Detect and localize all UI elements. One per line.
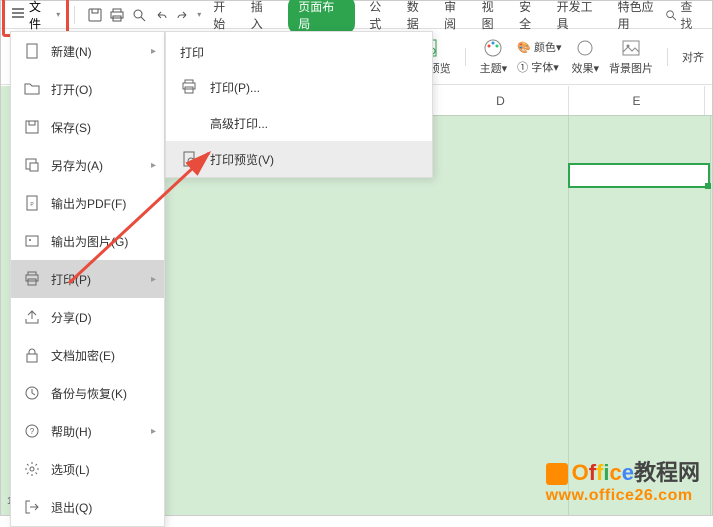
watermark-title: Office教程网 — [546, 455, 700, 487]
quick-access-toolbar: ▾ — [87, 7, 201, 23]
file-menu-options[interactable]: 选项(L) — [11, 450, 164, 488]
file-menu-backup[interactable]: 备份与恢复(K) — [11, 374, 164, 412]
print-submenu: 打印 打印(P)... 高级打印... 打印预览(V) — [165, 31, 433, 178]
image-icon — [621, 38, 641, 58]
submenu-print[interactable]: 打印(P)... — [166, 69, 432, 105]
backup-icon — [23, 384, 41, 402]
file-menu-open[interactable]: 打开(O) — [11, 70, 164, 108]
chevron-right-icon: ▸ — [151, 160, 156, 171]
col-header-d[interactable]: D — [433, 86, 569, 115]
chevron-right-icon: ▸ — [151, 426, 156, 437]
file-label: 文件 — [29, 0, 52, 32]
submenu-print-preview[interactable]: 打印预览(V) — [166, 141, 432, 177]
save-icon — [23, 118, 41, 136]
separator — [74, 6, 75, 24]
file-menu-saveas[interactable]: 另存为(A)▸ — [11, 146, 164, 184]
svg-text:P: P — [30, 202, 34, 208]
file-menu-button[interactable]: 文件 ▾ — [11, 0, 60, 32]
ribbon-colors-fonts: 🎨 颜色▾ ① 字体▾ — [517, 39, 561, 75]
help-icon: ? — [23, 422, 41, 440]
effects-icon — [575, 38, 595, 58]
share-icon — [23, 308, 41, 326]
tab-insert[interactable]: 插入 — [251, 0, 274, 32]
tab-special[interactable]: 特色应用 — [618, 0, 665, 32]
ribbon-align[interactable]: 对齐 — [682, 49, 704, 65]
ribbon-fonts[interactable]: ① 字体▾ — [517, 59, 561, 75]
palette-icon — [483, 38, 503, 58]
pdf-icon: P — [23, 194, 41, 212]
file-menu-image[interactable]: 输出为图片(G) — [11, 222, 164, 260]
dropdown-icon[interactable]: ▾ — [197, 10, 201, 19]
new-icon — [23, 42, 41, 60]
undo-icon[interactable] — [153, 7, 169, 23]
file-menu-exit[interactable]: 退出(Q) — [11, 488, 164, 526]
watermark: Office教程网 www.office26.com — [546, 455, 700, 505]
tab-review[interactable]: 审阅 — [444, 0, 467, 32]
ribbon-colors[interactable]: 🎨 颜色▾ — [517, 39, 561, 55]
file-menu-new[interactable]: 新建(N)▸ — [11, 32, 164, 70]
ribbon-bg-image[interactable]: 背景图片 — [609, 38, 653, 76]
redo-icon[interactable] — [175, 7, 191, 23]
tab-view[interactable]: 视图 — [482, 0, 505, 32]
image-icon — [23, 232, 41, 250]
tab-start[interactable]: 开始 — [213, 0, 236, 32]
tab-devtools[interactable]: 开发工具 — [557, 0, 604, 32]
dropdown-icon: ▾ — [56, 10, 60, 19]
preview-icon — [180, 150, 198, 168]
chevron-right-icon: ▸ — [151, 274, 156, 285]
file-menu-share[interactable]: 分享(D) — [11, 298, 164, 336]
print-icon — [23, 270, 41, 288]
logo-icon — [546, 463, 568, 485]
blank-icon — [180, 114, 198, 132]
separator — [465, 48, 466, 66]
svg-text:?: ? — [30, 427, 35, 436]
column-headers: D E — [433, 86, 712, 116]
print-icon — [180, 78, 198, 96]
saveas-icon — [23, 156, 41, 174]
separator — [667, 48, 668, 66]
exit-icon — [23, 498, 41, 516]
file-menu-help[interactable]: ?帮助(H)▸ — [11, 412, 164, 450]
ribbon-effects[interactable]: 效果▾ — [571, 38, 599, 76]
file-menu-save[interactable]: 保存(S) — [11, 108, 164, 146]
search-label: 查找 — [680, 0, 704, 32]
ribbon-theme[interactable]: 主题▾ — [480, 38, 508, 76]
submenu-advanced-print[interactable]: 高级打印... — [166, 105, 432, 141]
chevron-right-icon: ▸ — [151, 46, 156, 57]
selected-cell[interactable] — [568, 163, 710, 188]
fill-handle[interactable] — [705, 183, 711, 189]
gear-icon — [23, 460, 41, 478]
col-header-e[interactable]: E — [569, 86, 705, 115]
file-menu: 新建(N)▸ 打开(O) 保存(S) 另存为(A)▸ P输出为PDF(F) 输出… — [10, 31, 165, 527]
print-icon[interactable] — [109, 7, 125, 23]
watermark-url: www.office26.com — [546, 487, 700, 505]
file-menu-pdf[interactable]: P输出为PDF(F) — [11, 184, 164, 222]
search-button[interactable]: 查找 — [665, 0, 704, 32]
save-icon[interactable] — [87, 7, 103, 23]
tab-formula[interactable]: 公式 — [369, 0, 392, 32]
menu-bar: 文件 ▾ ▾ 开始 插入 页面布局 公式 数据 审阅 视图 安全 开发工具 特色… — [1, 1, 712, 29]
file-menu-encrypt[interactable]: 文档加密(E) — [11, 336, 164, 374]
submenu-title: 打印 — [166, 32, 432, 69]
tab-data[interactable]: 数据 — [407, 0, 430, 32]
lock-icon — [23, 346, 41, 364]
preview-icon[interactable] — [131, 7, 147, 23]
tab-page-layout[interactable]: 页面布局 — [288, 0, 355, 34]
hamburger-icon — [11, 6, 25, 23]
file-menu-print[interactable]: 打印(P)▸ — [11, 260, 164, 298]
tab-security[interactable]: 安全 — [519, 0, 542, 32]
folder-icon — [23, 80, 41, 98]
ribbon-tabs: 开始 插入 页面布局 公式 数据 审阅 视图 安全 开发工具 特色应用 — [213, 0, 664, 34]
